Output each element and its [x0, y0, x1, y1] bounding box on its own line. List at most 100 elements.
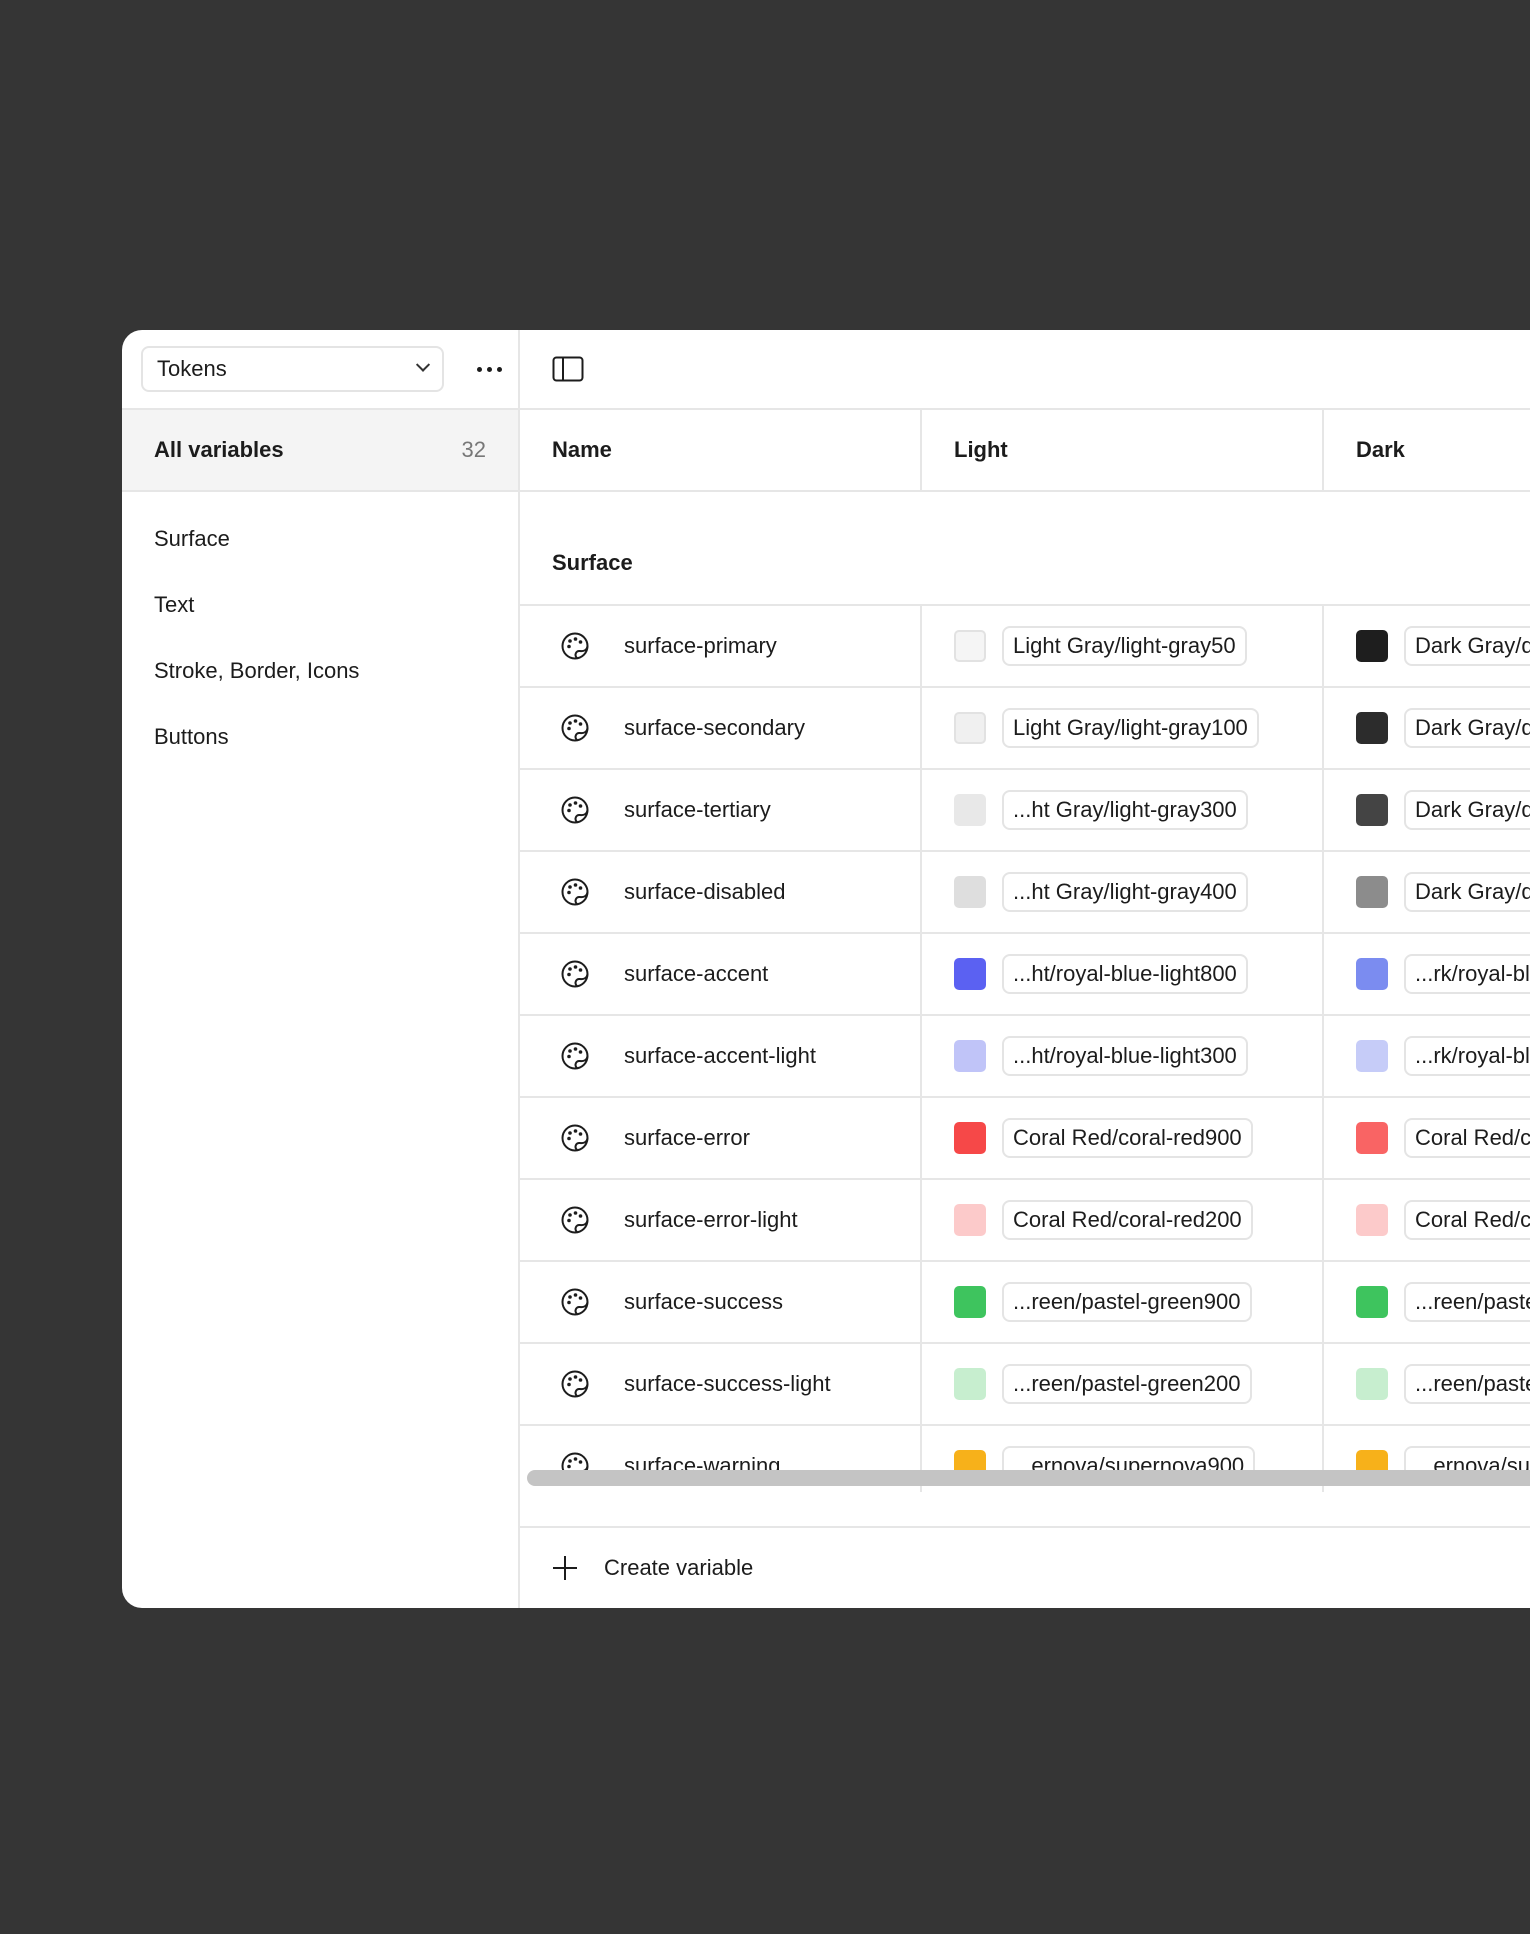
table-row[interactable]: surface-tertiary ...ht Gray/light-gray300…	[520, 770, 1530, 852]
group-item-text[interactable]: Text	[122, 572, 518, 638]
collection-dropdown[interactable]: Tokens	[141, 346, 444, 392]
color-swatch[interactable]	[954, 630, 986, 662]
variable-name[interactable]: surface-disabled	[624, 879, 785, 905]
table-row[interactable]: surface-secondary Light Gray/light-gray10…	[520, 688, 1530, 770]
create-variable-button[interactable]: Create variable	[520, 1526, 1530, 1608]
color-swatch[interactable]	[954, 1368, 986, 1400]
table-row[interactable]: surface-primary Light Gray/light-gray50 Da…	[520, 606, 1530, 688]
alias-pill[interactable]: ...ht/royal-blue-light300	[1002, 1036, 1248, 1076]
variable-name[interactable]: surface-error	[624, 1125, 750, 1151]
light-value-cell: ...reen/pastel-green200	[922, 1344, 1324, 1424]
variable-name[interactable]: surface-tertiary	[624, 797, 771, 823]
column-header-name[interactable]: Name	[520, 410, 922, 490]
dark-value-cell: ...rk/royal-blue-dark600	[1324, 934, 1530, 1014]
color-swatch[interactable]	[1356, 958, 1388, 990]
color-swatch[interactable]	[1356, 1122, 1388, 1154]
dark-value-cell: Dark Gray/dark-gray900	[1324, 606, 1530, 686]
light-value-cell: ...reen/pastel-green900	[922, 1262, 1324, 1342]
main-panel: Name Light Dark Surface surface-primary L…	[520, 330, 1530, 1608]
color-swatch[interactable]	[1356, 1368, 1388, 1400]
variable-name-cell: surface-error-light	[520, 1180, 922, 1260]
more-options-button[interactable]	[470, 352, 508, 386]
alias-pill[interactable]: Coral Red/coral-red700	[1404, 1118, 1530, 1158]
variable-name[interactable]: surface-success	[624, 1289, 783, 1315]
group-item-buttons[interactable]: Buttons	[122, 704, 518, 770]
all-variables-item[interactable]: All variables 32	[122, 410, 518, 492]
light-value-cell: Coral Red/coral-red200	[922, 1180, 1324, 1260]
variable-name-cell: surface-success	[520, 1262, 922, 1342]
alias-pill[interactable]: ...rk/royal-blue-dark200	[1404, 1036, 1530, 1076]
variable-name[interactable]: surface-primary	[624, 633, 777, 659]
variables-count: 32	[461, 437, 486, 462]
group-item-stroke-border-icons[interactable]: Stroke, Border, Icons	[122, 638, 518, 704]
table-row[interactable]: surface-accent-light ...ht/royal-blue-lig…	[520, 1016, 1530, 1098]
table-row[interactable]: surface-error Coral Red/coral-red900 Coral…	[520, 1098, 1530, 1180]
color-swatch[interactable]	[954, 958, 986, 990]
alias-pill[interactable]: Dark Gray/dark-gray900	[1404, 626, 1530, 666]
color-swatch[interactable]	[954, 1204, 986, 1236]
variable-name[interactable]: surface-error-light	[624, 1207, 798, 1233]
dark-value-cell: Coral Red/coral-red700	[1324, 1098, 1530, 1178]
alias-pill[interactable]: ...rk/royal-blue-dark600	[1404, 954, 1530, 994]
palette-icon	[561, 1206, 589, 1234]
alias-pill[interactable]: Coral Red/coral-red200	[1404, 1200, 1530, 1240]
color-swatch[interactable]	[1356, 876, 1388, 908]
color-swatch[interactable]	[1356, 1040, 1388, 1072]
alias-pill[interactable]: ...ht Gray/light-gray300	[1002, 790, 1248, 830]
alias-pill[interactable]: ...reen/pastel-green700	[1404, 1282, 1530, 1322]
alias-pill[interactable]: Light Gray/light-gray100	[1002, 708, 1259, 748]
create-variable-label: Create variable	[604, 1555, 754, 1580]
color-swatch[interactable]	[1356, 630, 1388, 662]
color-swatch[interactable]	[954, 1122, 986, 1154]
column-header-light[interactable]: Light	[922, 410, 1324, 490]
more-horizontal-icon	[476, 366, 482, 372]
variable-name-cell: surface-disabled	[520, 852, 922, 932]
alias-pill[interactable]: Coral Red/coral-red900	[1002, 1118, 1253, 1158]
variable-name[interactable]: surface-success-light	[624, 1371, 831, 1397]
alias-pill[interactable]: Dark Gray/dark-gray800	[1404, 708, 1530, 748]
column-header-dark[interactable]: Dark	[1324, 410, 1530, 490]
alias-pill[interactable]: ...reen/pastel-green900	[1002, 1282, 1252, 1322]
color-swatch[interactable]	[954, 712, 986, 744]
color-swatch[interactable]	[954, 794, 986, 826]
color-swatch[interactable]	[1356, 794, 1388, 826]
table-row[interactable]: surface-success ...reen/pastel-green900..…	[520, 1262, 1530, 1344]
variable-name-cell: surface-error	[520, 1098, 922, 1178]
light-value-cell: ...ht/royal-blue-light800	[922, 934, 1324, 1014]
palette-icon	[561, 714, 589, 742]
color-swatch[interactable]	[1356, 1286, 1388, 1318]
light-value-cell: Coral Red/coral-red900	[922, 1098, 1324, 1178]
alias-pill[interactable]: ...ht Gray/light-gray400	[1002, 872, 1248, 912]
variable-name-cell: surface-accent	[520, 934, 922, 1014]
alias-pill[interactable]: Dark Gray/dark-gray700	[1404, 790, 1530, 830]
variable-rows: surface-primary Light Gray/light-gray50 Da…	[520, 606, 1530, 1492]
color-swatch[interactable]	[1356, 712, 1388, 744]
table-row[interactable]: surface-success-light ...reen/pastel-gree…	[520, 1344, 1530, 1426]
sidebar-panel-icon[interactable]	[552, 356, 584, 382]
palette-icon	[561, 960, 589, 988]
alias-pill[interactable]: ...ht/royal-blue-light800	[1002, 954, 1248, 994]
collection-name: Tokens	[157, 356, 227, 381]
alias-pill[interactable]: Coral Red/coral-red200	[1002, 1200, 1253, 1240]
alias-pill[interactable]: Light Gray/light-gray50	[1002, 626, 1247, 666]
toolbar	[520, 330, 1530, 410]
palette-icon	[561, 1288, 589, 1316]
alias-pill[interactable]: ...reen/pastel-green200	[1404, 1364, 1530, 1404]
color-swatch[interactable]	[1356, 1204, 1388, 1236]
alias-pill[interactable]: Dark Gray/dark-gray400	[1404, 872, 1530, 912]
group-item-surface[interactable]: Surface	[122, 506, 518, 572]
horizontal-scrollbar[interactable]	[527, 1470, 1530, 1486]
table-row[interactable]: surface-disabled ...ht Gray/light-gray400…	[520, 852, 1530, 934]
table-row[interactable]: surface-accent ...ht/royal-blue-light800.…	[520, 934, 1530, 1016]
color-swatch[interactable]	[954, 1040, 986, 1072]
variable-name[interactable]: surface-accent-light	[624, 1043, 816, 1069]
table-row[interactable]: surface-error-light Coral Red/coral-red20…	[520, 1180, 1530, 1262]
variable-name[interactable]: surface-secondary	[624, 715, 805, 741]
color-swatch[interactable]	[954, 1286, 986, 1318]
plus-icon	[553, 1556, 577, 1580]
light-value-cell: ...ht Gray/light-gray400	[922, 852, 1324, 932]
color-swatch[interactable]	[954, 876, 986, 908]
alias-pill[interactable]: ...reen/pastel-green200	[1002, 1364, 1252, 1404]
light-value-cell: Light Gray/light-gray100	[922, 688, 1324, 768]
variable-name[interactable]: surface-accent	[624, 961, 768, 987]
